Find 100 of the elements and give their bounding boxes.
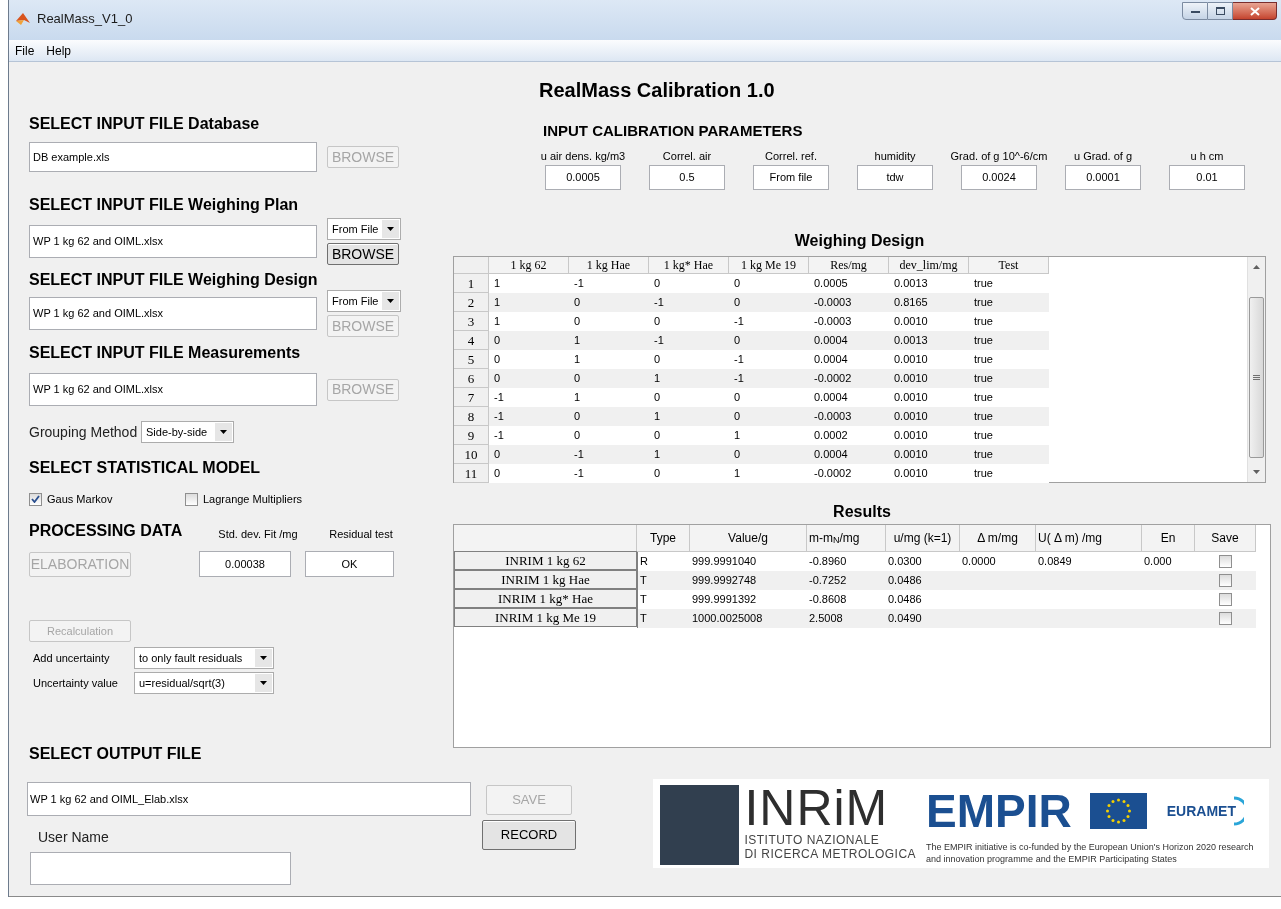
column-header[interactable]: 1 kg* Hae bbox=[649, 257, 729, 274]
input-field[interactable]: From file bbox=[753, 165, 829, 190]
row-header[interactable]: 4 bbox=[454, 331, 489, 350]
row-header[interactable]: 9 bbox=[454, 426, 489, 445]
input-field[interactable]: tdw bbox=[857, 165, 933, 190]
table-cell: true bbox=[969, 293, 1049, 312]
row-header[interactable]: 3 bbox=[454, 312, 489, 331]
input-field[interactable]: 0.0024 bbox=[961, 165, 1037, 190]
column-header[interactable]: Δ m/mg bbox=[960, 525, 1036, 552]
maximize-icon bbox=[1215, 7, 1225, 15]
table-cell: 999.9992748 bbox=[690, 571, 807, 590]
field-label: Correl. air bbox=[662, 150, 712, 162]
section-heading: SELECT OUTPUT FILE bbox=[29, 744, 203, 764]
table-cell: 0.0004 bbox=[809, 331, 889, 350]
checkbox[interactable] bbox=[29, 492, 42, 506]
file-field[interactable]: WP 1 kg 62 and OIML.xlsx bbox=[29, 225, 317, 258]
row-header[interactable]: INRIM 1 kg* Hae bbox=[454, 589, 637, 608]
table-cell: 0 bbox=[569, 407, 649, 426]
field-label: humidity bbox=[874, 150, 916, 162]
checkbox[interactable] bbox=[185, 492, 198, 506]
column-header[interactable]: Type bbox=[637, 525, 690, 552]
column-header[interactable]: m-m$_{N}$/mg bbox=[807, 525, 886, 552]
input-field[interactable]: 0.0005 bbox=[545, 165, 621, 190]
input-field[interactable]: 0.0001 bbox=[1065, 165, 1141, 190]
caret-icon bbox=[260, 656, 267, 660]
column-header[interactable]: 1 kg Me 19 bbox=[729, 257, 809, 274]
minimize-icon bbox=[1190, 9, 1200, 13]
table-cell: 1 bbox=[649, 369, 729, 388]
row-header[interactable]: INRIM 1 kg 62 bbox=[454, 551, 637, 570]
table-cell: -1 bbox=[489, 407, 569, 426]
row-header[interactable]: 7 bbox=[454, 388, 489, 407]
field-label: u air dens. kg/m3 bbox=[540, 150, 626, 162]
app-icon bbox=[15, 11, 31, 27]
checkbox[interactable] bbox=[1219, 593, 1232, 606]
close-button[interactable] bbox=[1233, 2, 1277, 20]
scroll-thumb[interactable] bbox=[1249, 297, 1264, 458]
logo-caption: The EMPIR initiative is co-funded by the European Union's Horizon 2020 research and innovation programme and the EMPIR Participating States bbox=[926, 841, 1255, 865]
field-label: u h cm bbox=[1190, 150, 1224, 162]
checkbox[interactable] bbox=[1219, 555, 1232, 568]
scrollbar[interactable] bbox=[1247, 257, 1265, 482]
table-cell: 0 bbox=[729, 445, 809, 464]
checkbox-label: Lagrange Multipliers bbox=[203, 491, 303, 507]
table-cell: -1 bbox=[569, 445, 649, 464]
close-icon bbox=[1249, 6, 1260, 16]
row-header[interactable]: 11 bbox=[454, 464, 489, 483]
row-header[interactable]: INRIM 1 kg Me 19 bbox=[454, 608, 637, 627]
table-cell: -1 bbox=[729, 369, 809, 388]
dropdown[interactable]: From File bbox=[327, 290, 401, 312]
output-field[interactable]: 0.00038 bbox=[199, 551, 291, 577]
record-button[interactable]: RECORD bbox=[482, 820, 576, 850]
dropdown[interactable]: to only fault residuals bbox=[134, 647, 274, 669]
row-header[interactable]: INRIM 1 kg Hae bbox=[454, 570, 637, 589]
checkbox[interactable] bbox=[1219, 574, 1232, 587]
output-field[interactable]: OK bbox=[305, 551, 394, 577]
file-field[interactable]: WP 1 kg 62 and OIML_Elab.xlsx bbox=[27, 782, 471, 816]
row-header[interactable]: 1 bbox=[454, 274, 489, 293]
table-cell: 0.0013 bbox=[889, 331, 969, 350]
table-cell: 0.0010 bbox=[889, 407, 969, 426]
file-field[interactable]: DB example.xls bbox=[29, 142, 317, 172]
row-header[interactable]: 8 bbox=[454, 407, 489, 426]
column-header[interactable]: En bbox=[1142, 525, 1195, 552]
column-header[interactable]: Test bbox=[969, 257, 1049, 274]
section-heading: SELECT INPUT FILE Measurements bbox=[29, 343, 302, 363]
input-field[interactable]: 0.01 bbox=[1169, 165, 1245, 190]
table-cell: 0.0010 bbox=[889, 369, 969, 388]
maximize-button[interactable] bbox=[1208, 2, 1233, 20]
row-header[interactable]: 5 bbox=[454, 350, 489, 369]
menu-item[interactable]: File bbox=[15, 41, 35, 60]
logo-text: EURAMET bbox=[1166, 801, 1236, 821]
table-cell: 0 bbox=[569, 293, 649, 312]
dropdown[interactable]: Side-by-side bbox=[141, 421, 234, 443]
row-header[interactable]: 2 bbox=[454, 293, 489, 312]
section-heading: SELECT INPUT FILE Database bbox=[29, 114, 261, 134]
column-header[interactable]: 1 kg 62 bbox=[489, 257, 569, 274]
file-field[interactable]: WP 1 kg 62 and OIML.xlsx bbox=[29, 297, 317, 330]
menu-item[interactable]: Help bbox=[46, 41, 72, 60]
column-header[interactable]: dev_lim/mg bbox=[889, 257, 969, 274]
input-field[interactable]: 0.5 bbox=[649, 165, 725, 190]
column-header[interactable]: Res/mg bbox=[809, 257, 889, 274]
table-cell: 1 bbox=[649, 407, 729, 426]
column-header[interactable]: 1 kg Hae bbox=[569, 257, 649, 274]
dropdown[interactable]: u=residual/sqrt(3) bbox=[134, 672, 274, 694]
column-header[interactable]: u/mg (k=1) bbox=[886, 525, 960, 552]
browse-button[interactable]: BROWSE bbox=[327, 243, 399, 265]
checkbox[interactable] bbox=[1219, 612, 1232, 625]
row-header[interactable]: 6 bbox=[454, 369, 489, 388]
row-header[interactable]: 10 bbox=[454, 445, 489, 464]
dropdown[interactable]: From File bbox=[327, 218, 401, 240]
column-header[interactable]: Save bbox=[1195, 525, 1256, 552]
file-field[interactable]: WP 1 kg 62 and OIML.xlsx bbox=[29, 373, 317, 406]
minimize-button[interactable] bbox=[1182, 2, 1208, 20]
column-header[interactable]: Value/g bbox=[690, 525, 807, 552]
checkbox-label: Gaus Markov bbox=[47, 491, 113, 507]
caret-icon bbox=[220, 430, 227, 434]
table-cell: true bbox=[969, 331, 1049, 350]
column-header[interactable]: U( Δ m) /mg bbox=[1036, 525, 1142, 552]
table-cell: 0 bbox=[729, 331, 809, 350]
input-field[interactable] bbox=[30, 852, 291, 885]
field-label: u Grad. of g bbox=[1073, 150, 1133, 162]
field-label: Uncertainty value bbox=[32, 675, 119, 691]
